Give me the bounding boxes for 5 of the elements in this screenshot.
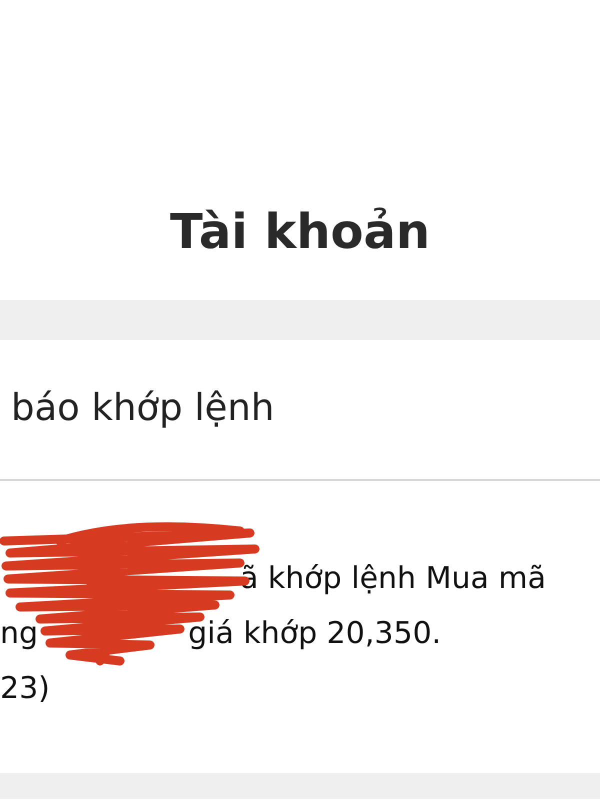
section-title: báo khớp lệnh <box>11 386 274 429</box>
message-text: 23) <box>0 671 50 706</box>
message-text: ng <box>0 616 38 651</box>
page-title: Tài khoản <box>170 204 430 260</box>
message-text: giá khớp 20,350. <box>188 616 442 651</box>
